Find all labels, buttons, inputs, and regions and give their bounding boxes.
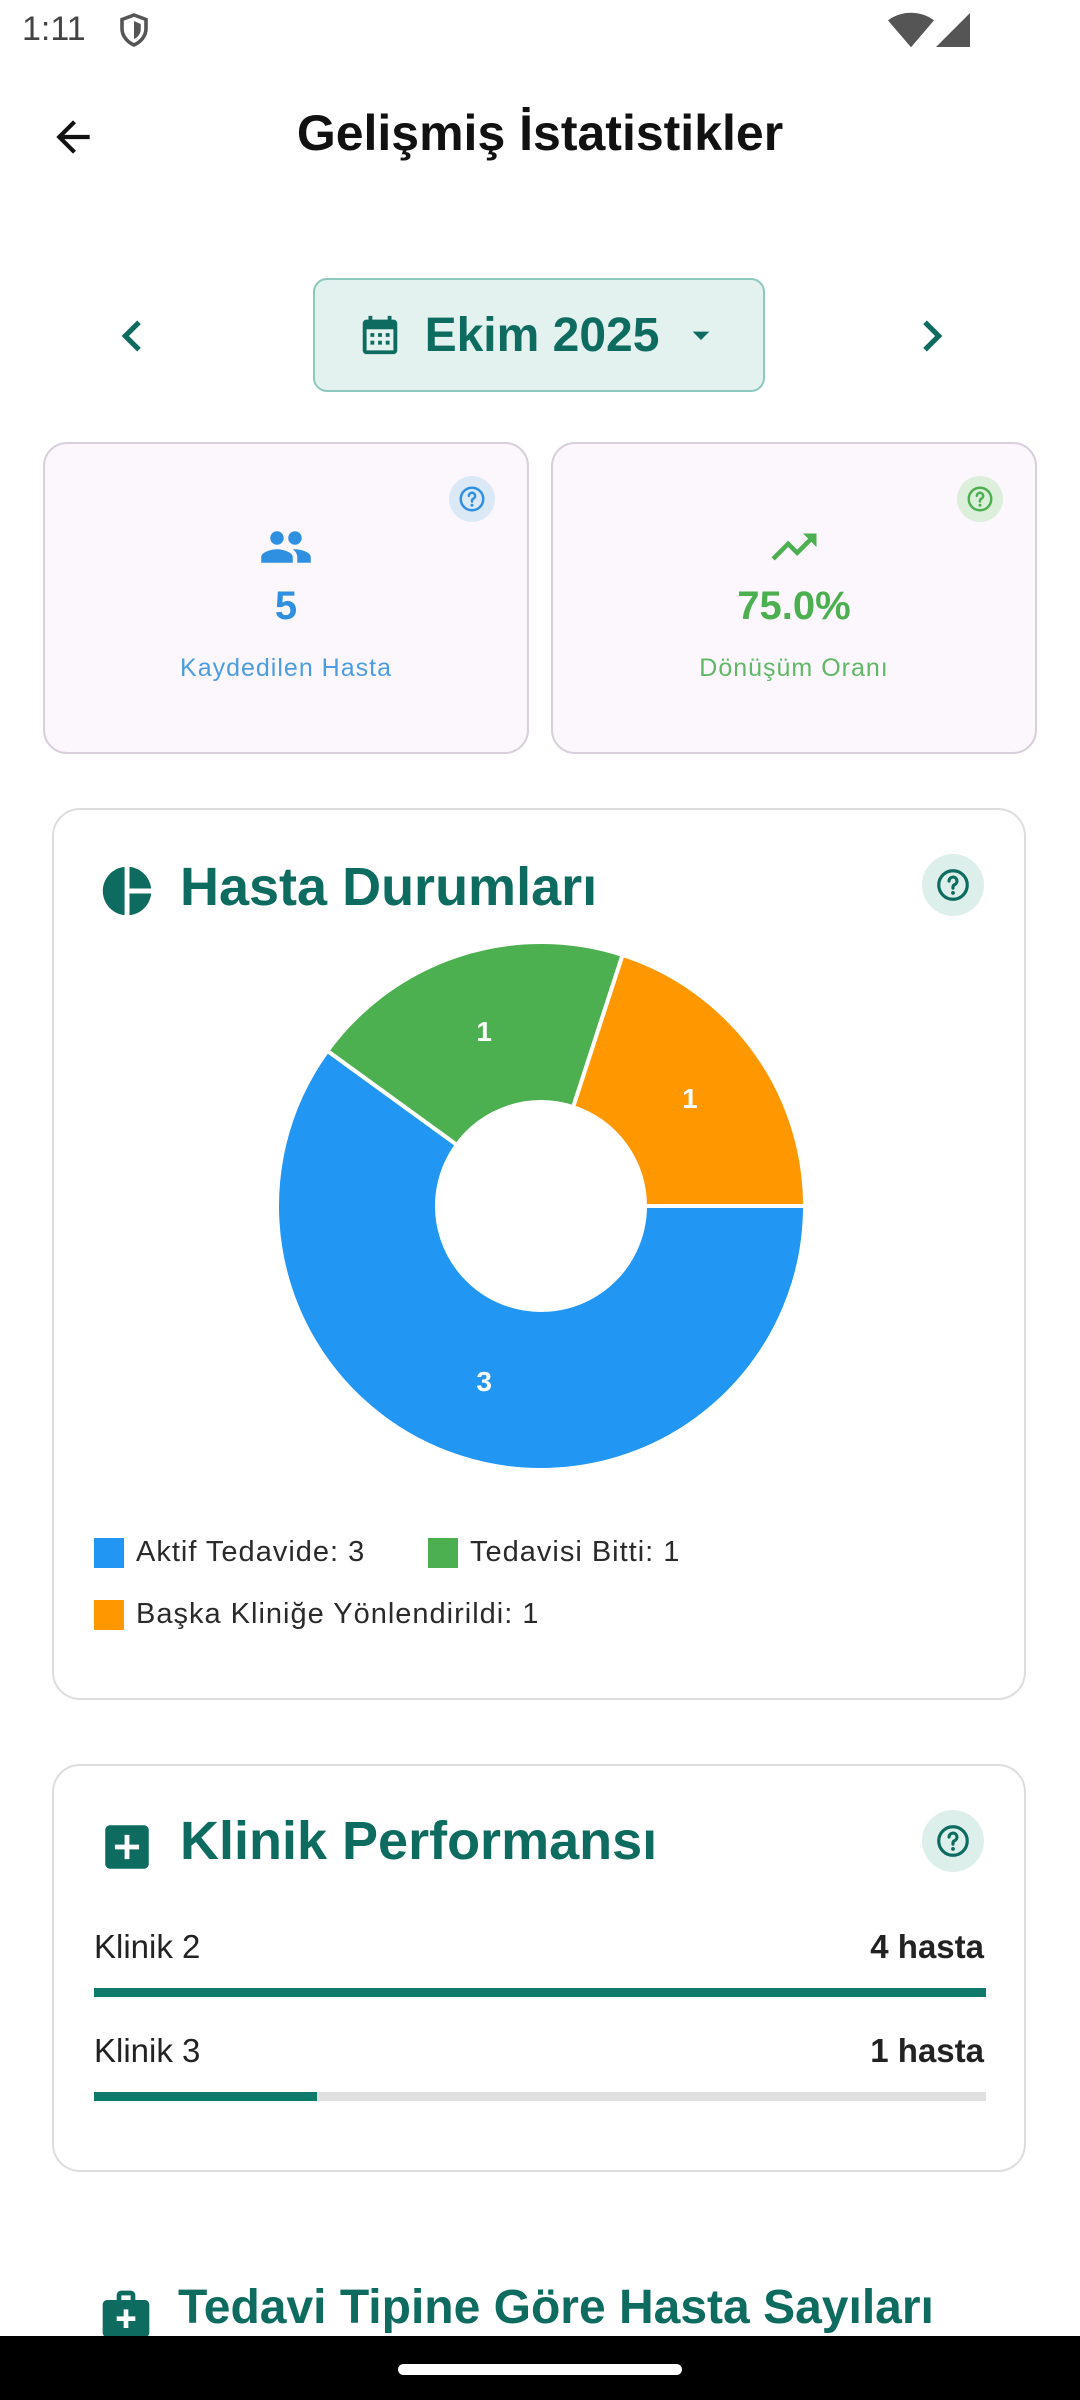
clinic-progress-bar [94, 1988, 986, 1997]
shield-icon [120, 13, 148, 47]
legend-label: Aktif Tedavide: 3 [136, 1536, 366, 1568]
stat-value: 5 [274, 584, 298, 628]
donut-chart-icon [102, 866, 152, 916]
chevron-right-icon [923, 320, 943, 352]
trending-up-icon [771, 533, 817, 561]
donut-value-label: 3 [476, 1366, 492, 1397]
signal-icon [936, 13, 970, 47]
patient-status-card: Hasta Durumları 3 1 1 Aktif Tedavide: 3 Te… [52, 808, 1026, 1700]
legend-label: Tedavisi Bitti: 1 [470, 1536, 681, 1568]
legend-label: Başka Kliniğe Yönlendirildi: 1 [136, 1598, 540, 1630]
help-icon [459, 486, 485, 512]
clinic-name: Klinik 2 [94, 1928, 201, 1965]
chevron-left-icon [121, 320, 141, 352]
people-icon [261, 531, 311, 563]
conversion-rate-card: 75.0% Dönüşüm Oranı [551, 442, 1037, 754]
card-title: Hasta Durumları [180, 857, 598, 917]
clinic-performance-card: Klinik Performansı Klinik 2 4 hasta Klin… [52, 1764, 1026, 2172]
patient-status-donut-chart: 3 1 1 [275, 940, 807, 1472]
month-label: Ekim 2025 [424, 308, 660, 362]
dropdown-arrow-icon [693, 331, 710, 340]
help-button[interactable] [922, 1810, 984, 1872]
legend-item: Başka Kliniğe Yönlendirildi: 1 [94, 1598, 539, 1631]
legend-swatch [94, 1599, 124, 1630]
clinic-name: Klinik 3 [94, 2032, 201, 2069]
help-button[interactable] [922, 854, 984, 916]
legend-item: Aktif Tedavide: 3 [94, 1536, 365, 1569]
stat-label: Dönüşüm Oranı [699, 654, 889, 682]
legend-item: Tedavisi Bitti: 1 [428, 1536, 680, 1569]
clinic-patient-count: 1 hasta [870, 2032, 984, 2069]
help-button[interactable] [449, 476, 495, 522]
calendar-icon [362, 315, 397, 355]
clinic-patient-count: 4 hasta [870, 1928, 984, 1965]
help-icon [967, 486, 993, 512]
medical-cross-icon [105, 1825, 149, 1869]
status-time: 1:11 [22, 10, 86, 48]
medical-bag-icon [102, 2290, 150, 2338]
donut-value-label: 1 [476, 1016, 492, 1047]
treatment-type-section-title: Tedavi Tipine Göre Hasta Sayıları [178, 2281, 934, 2334]
clinic-progress-bar [94, 2092, 986, 2101]
legend-swatch [94, 1537, 124, 1568]
help-button[interactable] [957, 476, 1003, 522]
next-month-button[interactable] [892, 296, 972, 376]
legend-swatch [428, 1537, 458, 1568]
status-bar: 1:11 [0, 0, 1080, 62]
wifi-icon [888, 12, 934, 48]
stat-label: Kaydedilen Hasta [180, 654, 392, 682]
clinic-progress-fill [94, 2092, 317, 2101]
clinic-progress-fill [94, 1988, 986, 1997]
month-dropdown-button[interactable]: Ekim 2025 [313, 278, 765, 392]
stat-value: 75.0% [737, 584, 851, 628]
card-title: Klinik Performansı [180, 1811, 658, 1871]
home-gesture-handle[interactable] [398, 2364, 682, 2375]
previous-month-button[interactable] [92, 296, 172, 376]
page-title: Gelişmiş İstatistikler [296, 105, 784, 161]
help-icon [937, 1825, 969, 1857]
help-icon [937, 869, 969, 901]
registered-patients-card: 5 Kaydedilen Hasta [43, 442, 529, 754]
donut-value-label: 1 [682, 1083, 698, 1114]
